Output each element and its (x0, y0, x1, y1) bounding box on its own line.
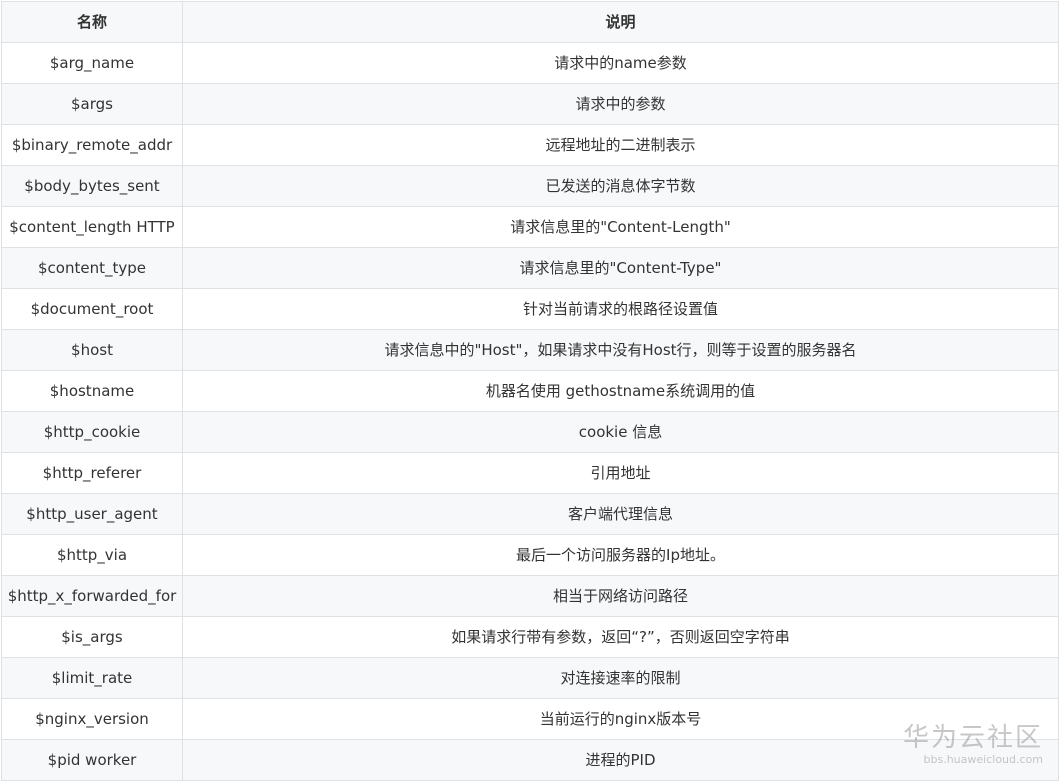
table-row: $http_user_agent 客户端代理信息 (1, 493, 1059, 535)
variable-name-cell: $http_x_forwarded_for (1, 575, 183, 617)
table-row: $body_bytes_sent 已发送的消息体字节数 (1, 165, 1059, 207)
table-row: $host 请求信息中的"Host"，如果请求中没有Host行，则等于设置的服务器… (1, 329, 1059, 371)
variable-description-cell: 进程的PID (182, 739, 1059, 781)
variable-name-cell: $pid worker (1, 739, 183, 781)
variable-name-cell: $args (1, 83, 183, 125)
variable-description-cell: 客户端代理信息 (182, 493, 1059, 535)
table-row: $http_x_forwarded_for 相当于网络访问路径 (1, 575, 1059, 617)
variable-name-cell: $hostname (1, 370, 183, 412)
variable-name-cell: $http_cookie (1, 411, 183, 453)
table-row: $content_type 请求信息里的"Content-Type" (1, 247, 1059, 289)
variable-name-cell: $content_length HTTP (1, 206, 183, 248)
variable-description-cell: 对连接速率的限制 (182, 657, 1059, 699)
table-row: $arg_name 请求中的name参数 (1, 42, 1059, 84)
table-row: $content_length HTTP 请求信息里的"Content-Lengt… (1, 206, 1059, 248)
table-row: $limit_rate 对连接速率的限制 (1, 657, 1059, 699)
table-row: $http_referer 引用地址 (1, 452, 1059, 494)
table-row: $args 请求中的参数 (1, 83, 1059, 125)
variable-description-cell: 远程地址的二进制表示 (182, 124, 1059, 166)
table-row: $document_root 针对当前请求的根路径设置值 (1, 288, 1059, 330)
variable-description-cell: 当前运行的nginx版本号 (182, 698, 1059, 740)
table-row: $hostname 机器名使用 gethostname系统调用的值 (1, 370, 1059, 412)
table-row: $http_via 最后一个访问服务器的Ip地址。 (1, 534, 1059, 576)
variable-description-cell: 请求信息里的"Content-Type" (182, 247, 1059, 289)
variable-description-cell: 请求信息里的"Content-Length" (182, 206, 1059, 248)
variable-name-cell: $nginx_version (1, 698, 183, 740)
table-row: $pid worker 进程的PID (1, 739, 1059, 781)
table-row: $http_cookie cookie 信息 (1, 411, 1059, 453)
variable-name-cell: $body_bytes_sent (1, 165, 183, 207)
nginx-variables-table: 名称 说明 $arg_name 请求中的name参数 $args 请求中的参数 $b… (1, 1, 1059, 781)
variable-name-cell: $limit_rate (1, 657, 183, 699)
variable-description-cell: 相当于网络访问路径 (182, 575, 1059, 617)
column-header-name: 名称 (1, 1, 183, 43)
column-header-description: 说明 (182, 1, 1059, 43)
variable-name-cell: $is_args (1, 616, 183, 658)
table-header-row: 名称 说明 (1, 1, 1059, 43)
variable-name-cell: $content_type (1, 247, 183, 289)
table-row: $binary_remote_addr 远程地址的二进制表示 (1, 124, 1059, 166)
variable-name-cell: $binary_remote_addr (1, 124, 183, 166)
page: 名称 说明 $arg_name 请求中的name参数 $args 请求中的参数 $b… (0, 0, 1061, 781)
variable-name-cell: $host (1, 329, 183, 371)
variable-description-cell: 引用地址 (182, 452, 1059, 494)
table-header: 名称 说明 (1, 1, 1059, 43)
variable-name-cell: $http_via (1, 534, 183, 576)
variable-description-cell: 请求中的name参数 (182, 42, 1059, 84)
variable-description-cell: 针对当前请求的根路径设置值 (182, 288, 1059, 330)
variable-description-cell: cookie 信息 (182, 411, 1059, 453)
variable-description-cell: 请求中的参数 (182, 83, 1059, 125)
variable-name-cell: $http_referer (1, 452, 183, 494)
variable-name-cell: $document_root (1, 288, 183, 330)
variable-name-cell: $http_user_agent (1, 493, 183, 535)
table-row: $is_args 如果请求行带有参数，返回“?”，否则返回空字符串 (1, 616, 1059, 658)
variable-description-cell: 已发送的消息体字节数 (182, 165, 1059, 207)
table-body: $arg_name 请求中的name参数 $args 请求中的参数 $binary_… (1, 42, 1059, 781)
variable-description-cell: 请求信息中的"Host"，如果请求中没有Host行，则等于设置的服务器名 (182, 329, 1059, 371)
variable-description-cell: 机器名使用 gethostname系统调用的值 (182, 370, 1059, 412)
variable-name-cell: $arg_name (1, 42, 183, 84)
variable-description-cell: 如果请求行带有参数，返回“?”，否则返回空字符串 (182, 616, 1059, 658)
table-row: $nginx_version 当前运行的nginx版本号 (1, 698, 1059, 740)
variable-description-cell: 最后一个访问服务器的Ip地址。 (182, 534, 1059, 576)
